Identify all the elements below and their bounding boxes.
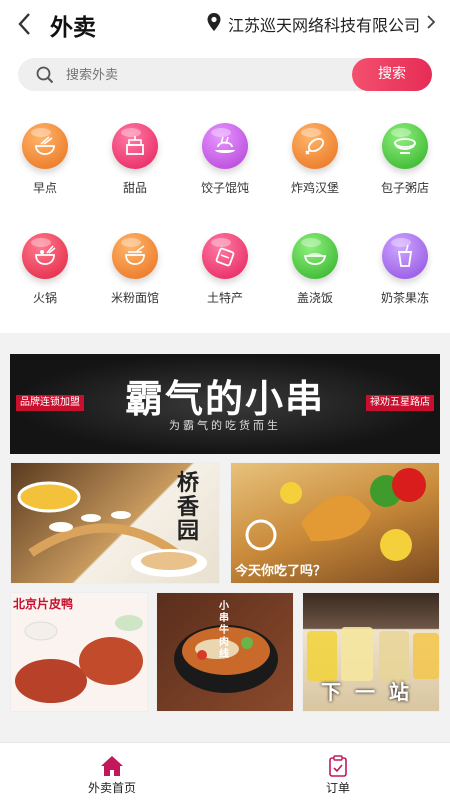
category-noodle[interactable]: 米粉面馆 [90, 233, 180, 306]
back-arrow-icon[interactable] [14, 10, 36, 38]
banner-store-tag: 禄劝五星路店 [366, 395, 434, 411]
search-input[interactable] [66, 58, 346, 91]
chevron-right-icon [426, 14, 436, 34]
location-selector[interactable]: 江苏巡天网络科技有限公司 [206, 12, 436, 36]
order-icon [278, 755, 398, 777]
page-title: 外卖 [50, 15, 96, 41]
category-hotpot[interactable]: 火锅 [0, 233, 90, 306]
category-milk-tea[interactable]: 奶茶果冻 [360, 233, 450, 306]
home-icon [52, 755, 172, 777]
shop-tile-qiaoxiangyuan[interactable]: 桥香园 [10, 462, 220, 584]
category-specialty[interactable]: 土特产 [180, 233, 270, 306]
specialty-icon [202, 233, 248, 279]
bottom-nav: 外卖首页 订单 [0, 742, 450, 800]
category-grid: 早点 甜品 饺子馄饨 炸鸡汉堡 包子粥店 火锅 米粉面馆 土特产 盖浇饭 奶茶果… [0, 105, 450, 333]
search-area: 搜索 [0, 50, 450, 105]
nav-orders-label: 订单 [325, 781, 350, 795]
hotpot-icon [22, 233, 68, 279]
rice-bowl-icon [292, 233, 338, 279]
shop-caption: 下一站 [321, 680, 423, 704]
shop-tile-milk-tea[interactable]: 下一站 [302, 592, 440, 712]
search-button[interactable]: 搜索 [352, 58, 432, 91]
shop-caption: 桥香园 [177, 470, 200, 544]
fried-chicken-icon [292, 123, 338, 169]
noodle-icon [112, 233, 158, 279]
shop-tile-noodle-bowl[interactable]: 小串牛肉线 [156, 592, 294, 712]
category-porridge[interactable]: 包子粥店 [360, 123, 450, 196]
breakfast-icon [22, 123, 68, 169]
location-pin-icon [206, 12, 222, 36]
category-breakfast[interactable]: 早点 [0, 123, 90, 196]
shop-caption: 北京片皮鸭 [13, 597, 74, 611]
header: 外卖 江苏巡天网络科技有限公司 [0, 0, 450, 50]
category-fried-chicken[interactable]: 炸鸡汉堡 [270, 123, 360, 196]
shop-caption: 小串牛肉线 [219, 601, 229, 660]
milk-tea-icon [382, 233, 428, 279]
shop-caption: 今天你吃了吗？ [235, 564, 327, 579]
promo-banner[interactable]: 品牌连锁加盟 霸气的小串 为霸气的吃货而生 禄劝五星路店 [10, 354, 440, 454]
porridge-icon [382, 123, 428, 169]
banner-subtitle: 为霸气的吃货而生 [169, 419, 281, 432]
cake-icon [112, 123, 158, 169]
location-text: 江苏巡天网络科技有限公司 [227, 16, 420, 35]
category-rice-bowl[interactable]: 盖浇饭 [270, 233, 360, 306]
category-dumpling[interactable]: 饺子馄饨 [180, 123, 270, 196]
nav-home[interactable]: 外卖首页 [52, 755, 172, 796]
search-bar: 搜索 [18, 58, 432, 91]
nav-home-label: 外卖首页 [87, 781, 136, 795]
search-icon [36, 66, 54, 88]
nav-orders[interactable]: 订单 [278, 755, 398, 796]
dumpling-icon [202, 123, 248, 169]
category-dessert[interactable]: 甜品 [90, 123, 180, 196]
shop-tile-roast-duck[interactable]: 北京片皮鸭 [10, 592, 148, 712]
shop-tile-fried-chicken[interactable]: 今天你吃了吗？ [230, 462, 440, 584]
